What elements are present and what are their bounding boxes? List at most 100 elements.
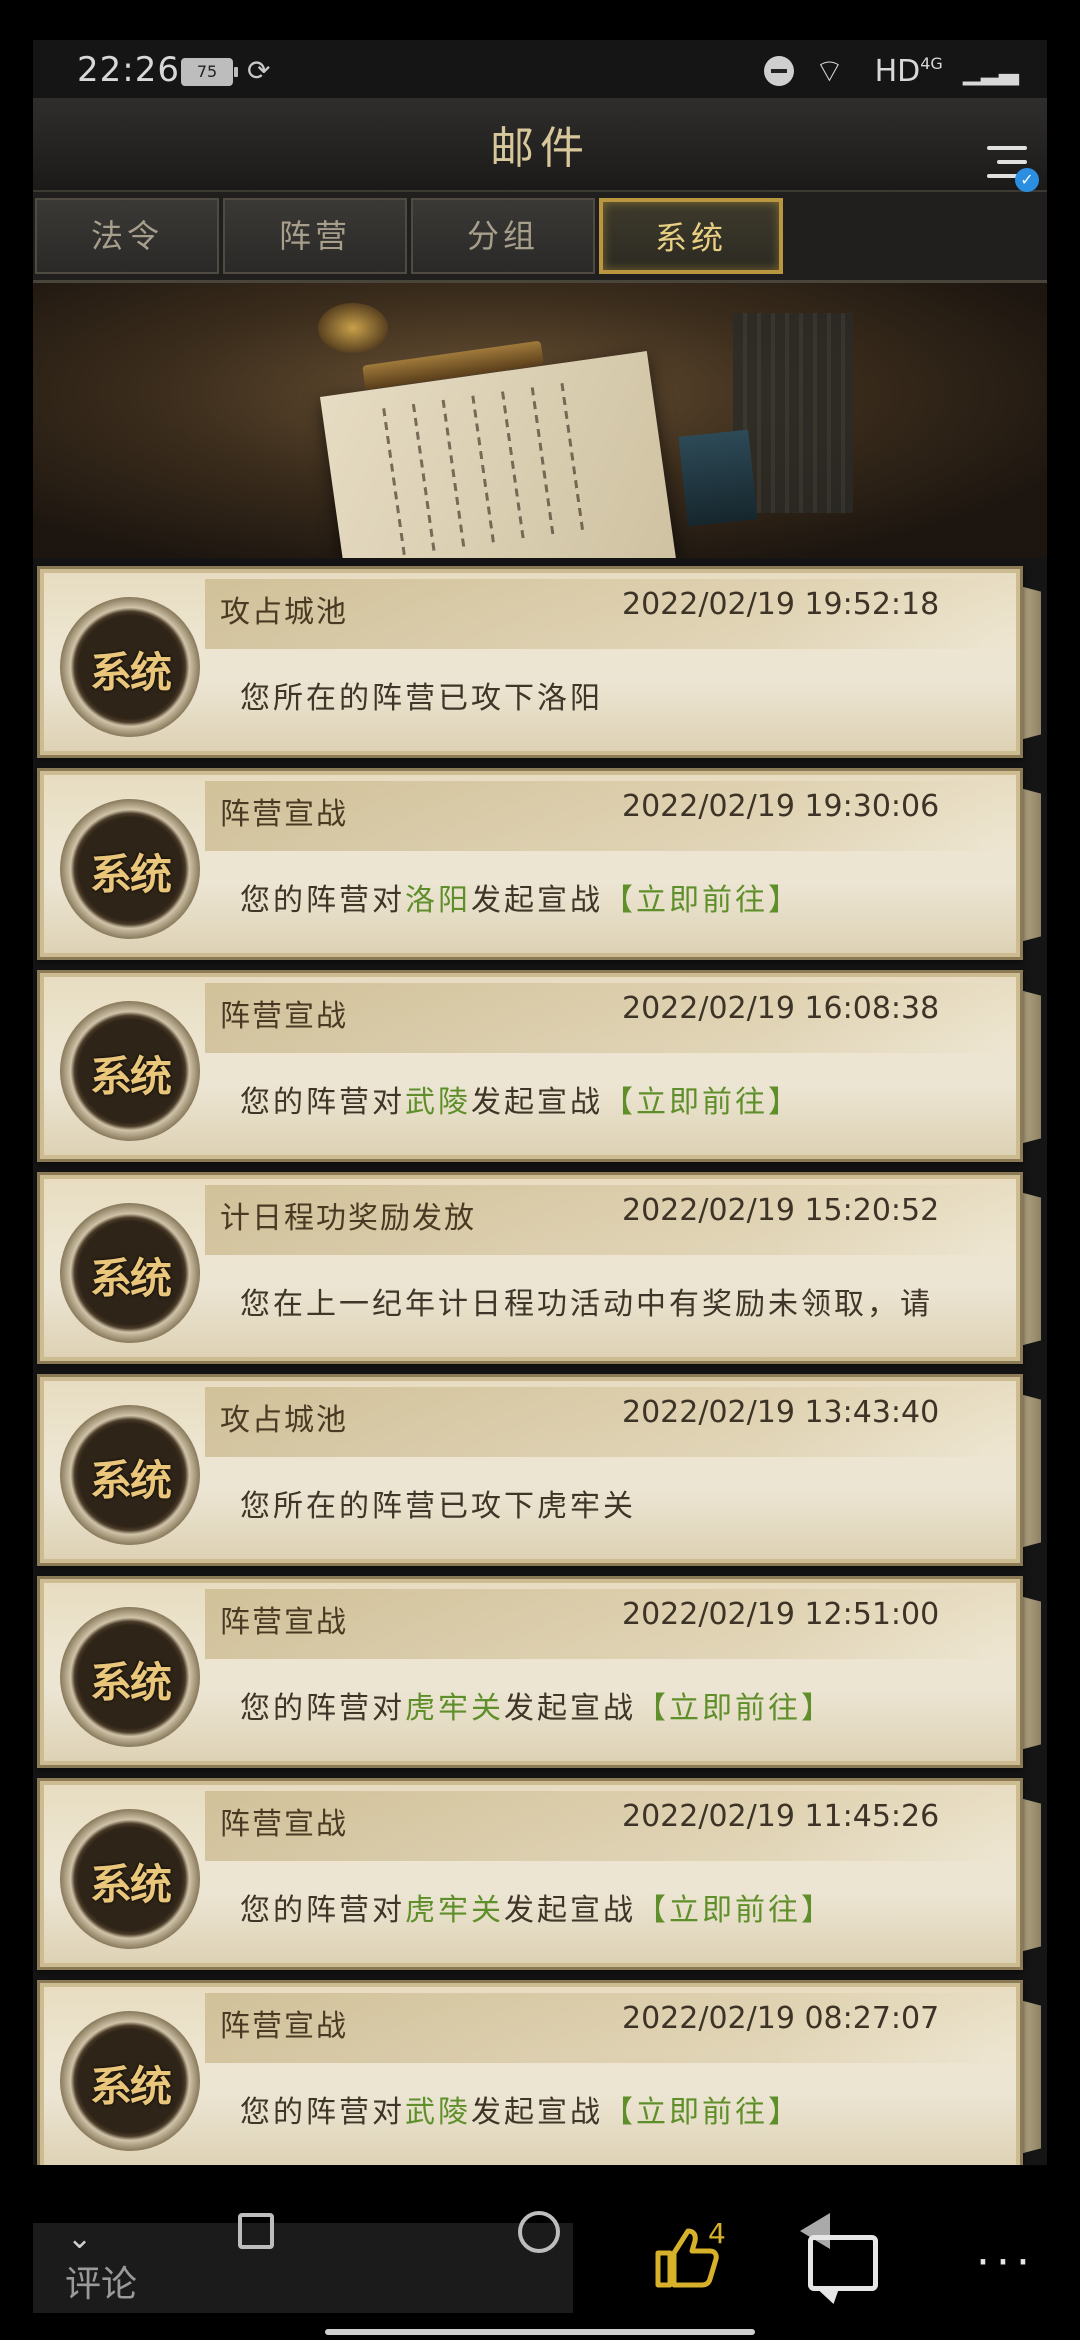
go-now-link[interactable]: 【立即前往】 <box>603 1085 801 1120</box>
system-emblem-icon: 系统 <box>60 1405 200 1545</box>
tab-system[interactable]: 系统 <box>599 198 783 274</box>
emblem-text: 系统 <box>89 1658 172 1707</box>
mail-subject: 攻占城池 <box>220 595 348 630</box>
mail-card: 系统 阵营宣战 2022/02/19 11:45:26 您的阵营对虎牢关发起宣战… <box>37 1778 1023 1970</box>
clock: 22:26 <box>77 50 180 90</box>
emblem-text: 系统 <box>89 1052 172 1101</box>
place-name: 虎牢关 <box>405 1691 504 1726</box>
place-name: 虎牢关 <box>405 1893 504 1928</box>
chevron-down-icon[interactable]: ⌄ <box>67 2221 92 2256</box>
menu-line-icon <box>997 160 1027 164</box>
home-indicator[interactable] <box>325 2329 755 2335</box>
emblem-text: 系统 <box>89 850 172 899</box>
mail-date: 2022/02/19 19:52:18 <box>622 587 940 622</box>
mail-body-text: 您的阵营对 <box>240 883 405 918</box>
mail-body-text: 发起宣战 <box>504 1893 636 1928</box>
mail-subject: 计日程功奖励发放 <box>220 1201 476 1236</box>
place-name: 武陵 <box>405 1085 471 1120</box>
network-icon: HD4G <box>865 53 943 89</box>
bottom-bar: ⌄ 评论 4 ··· <box>0 2165 1080 2340</box>
emblem-text: 系统 <box>89 1456 172 1505</box>
tab-faction[interactable]: 阵营 <box>223 198 407 274</box>
mail-body: 您所在的阵营已攻下虎牢关 <box>240 1481 636 1525</box>
sync-icon: ⟳ <box>247 54 271 87</box>
mail-body: 您的阵营对武陵发起宣战【立即前往】 <box>240 2087 801 2131</box>
mail-date: 2022/02/19 11:45:26 <box>622 1799 940 1834</box>
like-count: 4 <box>708 2217 726 2250</box>
battery-icon: 75 <box>181 58 238 86</box>
mail-item[interactable]: 系统 计日程功奖励发放 2022/02/19 15:20:52 您在上一纪年计日… <box>37 1172 1047 1364</box>
comment-label: 评论 <box>65 2264 138 2305</box>
menu-button[interactable]: ✓ <box>979 138 1039 198</box>
system-emblem-icon: 系统 <box>60 1203 200 1343</box>
mail-body-text: 发起宣战 <box>471 2095 603 2130</box>
recent-apps-button[interactable] <box>238 2213 274 2249</box>
mail-date: 2022/02/19 19:30:06 <box>622 789 940 824</box>
mail-body: 您所在的阵营已攻下洛阳 <box>240 673 603 717</box>
mail-card: 系统 攻占城池 2022/02/19 13:43:40 您所在的阵营已攻下虎牢关 <box>37 1374 1023 1566</box>
mail-body-text: 发起宣战 <box>471 883 603 918</box>
mail-subject: 阵营宣战 <box>220 797 348 832</box>
system-emblem-icon: 系统 <box>60 799 200 939</box>
mail-body: 您的阵营对虎牢关发起宣战【立即前往】 <box>240 1683 834 1727</box>
mail-body-text: 发起宣战 <box>504 1691 636 1726</box>
mail-body-text: 您所在的阵营已攻下虎牢关 <box>240 1489 636 1524</box>
mail-body: 您的阵营对武陵发起宣战【立即前往】 <box>240 1077 801 1121</box>
system-emblem-icon: 系统 <box>60 597 200 737</box>
system-emblem-icon: 系统 <box>60 1809 200 1949</box>
system-emblem-icon: 系统 <box>60 1001 200 1141</box>
network-label: HD <box>874 54 921 89</box>
status-icons: ⌔ HD4G ▁▂▃ <box>754 50 1019 90</box>
tab-bar: 法令 阵营 分组 系统 <box>33 192 1047 283</box>
go-now-link[interactable]: 【立即前往】 <box>636 1893 834 1928</box>
status-bar: 22:26 75 ⟳ ⌔ HD4G ▁▂▃ <box>33 40 1047 100</box>
wifi-icon: ⌔ <box>814 52 845 90</box>
mail-card: 系统 阵营宣战 2022/02/19 19:30:06 您的阵营对洛阳发起宣战【… <box>37 768 1023 960</box>
mail-item[interactable]: 系统 阵营宣战 2022/02/19 08:27:07 您的阵营对武陵发起宣战【… <box>37 1980 1047 2172</box>
mail-body-text: 您的阵营对 <box>240 1085 405 1120</box>
mail-date: 2022/02/19 13:43:40 <box>622 1395 940 1430</box>
go-now-link[interactable]: 【立即前往】 <box>603 883 801 918</box>
mail-item[interactable]: 系统 阵营宣战 2022/02/19 12:51:00 您的阵营对虎牢关发起宣战… <box>37 1576 1047 1768</box>
mail-item[interactable]: 系统 阵营宣战 2022/02/19 16:08:38 您的阵营对武陵发起宣战【… <box>37 970 1047 1162</box>
comment-input[interactable]: ⌄ 评论 <box>33 2221 573 2313</box>
mail-body-text: 发起宣战 <box>471 1085 603 1120</box>
tab-group[interactable]: 分组 <box>411 198 595 274</box>
mail-item[interactable]: 系统 攻占城池 2022/02/19 19:52:18 您所在的阵营已攻下洛阳 <box>37 566 1047 758</box>
title-bar: 邮件 ✓ <box>33 98 1047 192</box>
mail-card: 系统 阵营宣战 2022/02/19 08:27:07 您的阵营对武陵发起宣战【… <box>37 1980 1023 2172</box>
do-not-disturb-icon <box>764 56 795 86</box>
message-icon[interactable] <box>808 2235 878 2291</box>
mail-subject: 阵营宣战 <box>220 2009 348 2044</box>
system-emblem-icon: 系统 <box>60 1607 200 1747</box>
emblem-text: 系统 <box>89 1860 172 1909</box>
mail-item[interactable]: 系统 攻占城池 2022/02/19 13:43:40 您所在的阵营已攻下虎牢关 <box>37 1374 1047 1566</box>
mail-subject: 阵营宣战 <box>220 1807 348 1842</box>
emblem-text: 系统 <box>89 648 172 697</box>
mail-body-text: 您的阵营对 <box>240 1893 405 1928</box>
network-gen: 4G <box>920 54 943 73</box>
go-now-link[interactable]: 【立即前往】 <box>636 1691 834 1726</box>
mail-body: 您在上一纪年计日程功活动中有奖励未领取，请 <box>240 1279 933 1323</box>
system-emblem-icon: 系统 <box>60 2011 200 2151</box>
mail-body-text: 您在上一纪年计日程功活动中有奖励未领取，请 <box>240 1287 933 1322</box>
mail-item[interactable]: 系统 阵营宣战 2022/02/19 11:45:26 您的阵营对虎牢关发起宣战… <box>37 1778 1047 1970</box>
mail-subject: 阵营宣战 <box>220 1605 348 1640</box>
check-badge-icon: ✓ <box>1015 168 1039 192</box>
mail-subject: 阵营宣战 <box>220 999 348 1034</box>
emblem-text: 系统 <box>89 2062 172 2111</box>
mail-card: 系统 阵营宣战 2022/02/19 12:51:00 您的阵营对虎牢关发起宣战… <box>37 1576 1023 1768</box>
go-now-link[interactable]: 【立即前往】 <box>603 2095 801 2130</box>
tab-decree[interactable]: 法令 <box>35 198 219 274</box>
home-button[interactable] <box>518 2211 560 2253</box>
mail-date: 2022/02/19 16:08:38 <box>622 991 940 1026</box>
seal-box-art <box>678 429 758 527</box>
mail-body: 您的阵营对虎牢关发起宣战【立即前往】 <box>240 1885 834 1929</box>
page-title: 邮件 <box>490 123 590 174</box>
more-icon[interactable]: ··· <box>976 2237 1036 2288</box>
mail-body-text: 您的阵营对 <box>240 2095 405 2130</box>
mail-card: 系统 计日程功奖励发放 2022/02/19 15:20:52 您在上一纪年计日… <box>37 1172 1023 1364</box>
emblem-text: 系统 <box>89 1254 172 1303</box>
mail-item[interactable]: 系统 阵营宣战 2022/02/19 19:30:06 您的阵营对洛阳发起宣战【… <box>37 768 1047 960</box>
mail-card: 系统 阵营宣战 2022/02/19 16:08:38 您的阵营对武陵发起宣战【… <box>37 970 1023 1162</box>
